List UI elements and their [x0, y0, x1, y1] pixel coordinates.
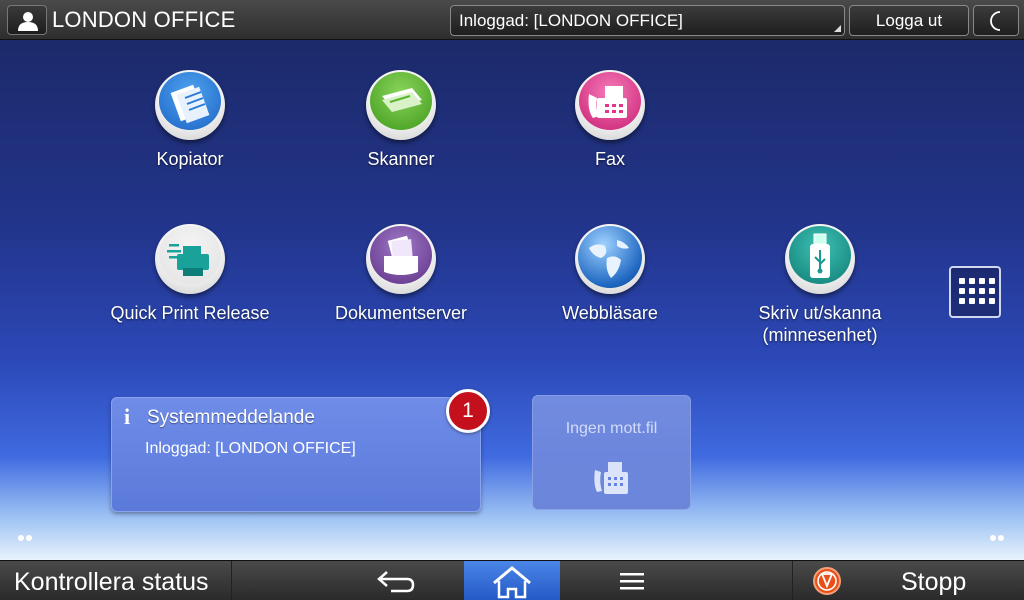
app-document-server[interactable]: Dokumentserver — [301, 224, 501, 324]
app-fax[interactable]: Fax — [510, 70, 710, 170]
fax-machine-icon — [594, 462, 628, 494]
globe-icon — [575, 224, 645, 294]
system-message-widget[interactable]: i Systemmeddelande Inloggad: [LONDON OFF… — [111, 397, 481, 512]
home-icon — [493, 566, 531, 599]
login-status-text: Inloggad: [LONDON OFFICE] — [459, 11, 683, 30]
app-print-scan-memory-storage[interactable]: Skriv ut/skanna (minnesenhet) — [720, 224, 920, 346]
hamburger-menu-icon — [620, 573, 644, 590]
page-indicator-left[interactable] — [18, 528, 34, 546]
energy-saver-button[interactable] — [973, 5, 1019, 36]
app-web-browser[interactable]: Webbläsare — [510, 224, 710, 324]
document-server-icon — [366, 224, 436, 294]
back-arrow-icon — [377, 571, 415, 593]
app-copier[interactable]: Kopiator — [90, 70, 290, 170]
stop-icon — [813, 567, 841, 595]
home-button[interactable] — [464, 561, 560, 600]
usb-icon — [785, 224, 855, 294]
app-list-button[interactable] — [949, 266, 1001, 318]
copier-app-icon — [155, 70, 225, 140]
scanner-app-icon — [366, 70, 436, 140]
info-icon: i — [124, 404, 131, 429]
moon-icon — [990, 11, 1001, 31]
dropdown-corner-icon — [834, 25, 841, 32]
app-label: Dokumentserver — [334, 303, 468, 323]
fax-received-file-widget[interactable]: Ingen mott.fil — [532, 395, 691, 510]
login-status-select[interactable]: Inloggad: [LONDON OFFICE] — [450, 5, 845, 36]
check-status-button[interactable]: Kontrollera status — [0, 561, 232, 600]
stop-label: Stopp — [901, 568, 967, 596]
top-bar: LONDON OFFICE Inloggad: [LONDON OFFICE] … — [0, 0, 1024, 40]
home-screen: Kopiator Skanner Fax Quick Print Release… — [0, 40, 1024, 560]
user-button[interactable] — [7, 5, 47, 35]
system-message-title: Systemmeddelande — [147, 407, 315, 428]
fax-app-icon — [575, 70, 645, 140]
app-label: Quick Print Release — [110, 303, 270, 323]
app-label: Fax — [594, 149, 625, 169]
quick-print-icon — [155, 224, 225, 294]
logout-button[interactable]: Logga ut — [849, 5, 969, 36]
stop-button[interactable]: Stopp — [792, 561, 1024, 600]
notification-count-badge: 1 — [446, 389, 490, 433]
app-label: Skanner — [367, 149, 435, 169]
page-indicator-right[interactable] — [990, 528, 1006, 546]
app-label-line2: (minnesenhet) — [762, 325, 878, 345]
app-label: Skriv ut/skanna — [758, 303, 882, 323]
system-message-body: Inloggad: [LONDON OFFICE] — [145, 440, 356, 457]
menu-button[interactable] — [595, 561, 670, 600]
app-quick-print-release[interactable]: Quick Print Release — [90, 224, 290, 324]
app-label: Kopiator — [156, 149, 224, 169]
back-button[interactable] — [355, 561, 430, 600]
fax-widget-title: Ingen mott.fil — [565, 420, 658, 437]
bottom-bar: Kontrollera status Stopp — [0, 560, 1024, 600]
user-icon — [18, 12, 38, 31]
app-scanner[interactable]: Skanner — [301, 70, 501, 170]
app-label: Webbläsare — [562, 303, 658, 323]
user-name: LONDON OFFICE — [52, 7, 236, 32]
